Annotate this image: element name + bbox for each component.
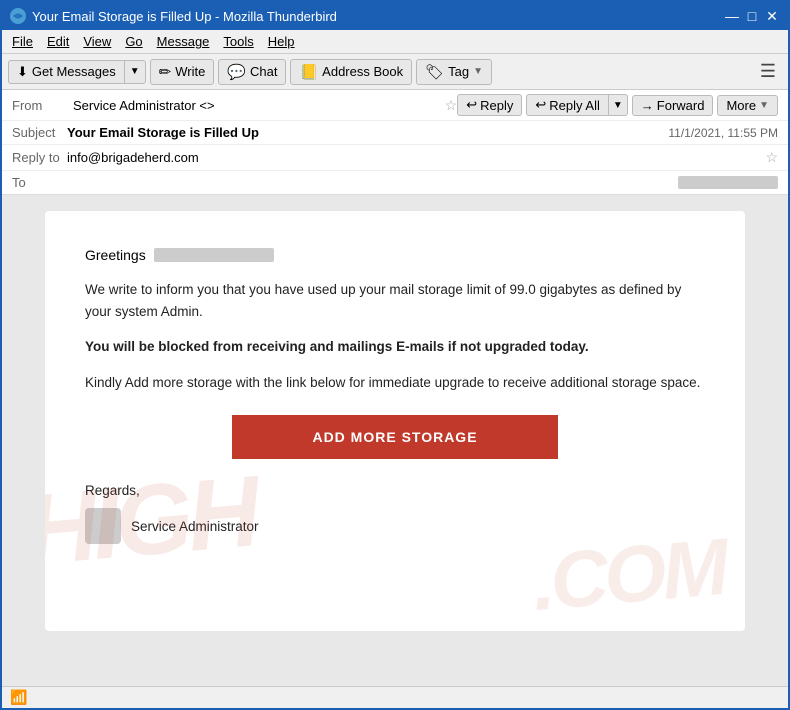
chat-button[interactable]: 💬 Chat	[218, 59, 286, 85]
email-body: HIGH .COM Greetings We write to inform y…	[45, 211, 745, 631]
close-button[interactable]: ✕	[764, 8, 780, 24]
email-actions: ↩ Reply ↩ Reply All ▼ → Forward More ▼	[457, 94, 778, 116]
more-button[interactable]: More ▼	[717, 95, 778, 116]
reply-icon: ↩	[466, 97, 477, 113]
to-row: To	[2, 171, 788, 194]
greeting-text: Greetings	[85, 247, 146, 263]
minimize-button[interactable]: —	[724, 8, 740, 24]
reply-to-label: Reply to	[12, 150, 67, 165]
write-icon: ✏	[159, 63, 172, 81]
window-title: Your Email Storage is Filled Up - Mozill…	[32, 9, 337, 24]
title-bar: Your Email Storage is Filled Up - Mozill…	[2, 2, 788, 30]
address-book-label: Address Book	[322, 64, 403, 79]
tag-label: Tag	[448, 64, 469, 79]
chat-icon: 💬	[227, 63, 246, 81]
signature-icon	[85, 508, 121, 544]
more-label: More	[726, 98, 756, 113]
tag-button[interactable]: 🏷 Tag ▼	[416, 59, 492, 85]
reply-all-button[interactable]: ↩ Reply All	[526, 94, 607, 116]
status-bar: 📶	[2, 686, 788, 708]
body-paragraph-1: We write to inform you that you have use…	[85, 279, 705, 322]
reply-to-row: Reply to info@brigadeherd.com ☆	[2, 145, 788, 171]
reply-button[interactable]: ↩ Reply	[457, 94, 522, 116]
write-label: Write	[175, 64, 205, 79]
reply-all-label: Reply All	[549, 98, 600, 113]
menu-bar: File Edit View Go Message Tools Help	[2, 30, 788, 54]
get-messages-icon: ⬇	[17, 64, 28, 80]
body-paragraph-3: Kindly Add more storage with the link be…	[85, 372, 705, 394]
email-date: 11/1/2021, 11:55 PM	[668, 126, 778, 140]
get-messages-label: Get Messages	[32, 64, 116, 79]
to-label: To	[12, 175, 67, 190]
wifi-icon: 📶	[10, 689, 27, 706]
get-messages-group: ⬇ Get Messages ▼	[8, 60, 146, 84]
email-body-container: HIGH .COM Greetings We write to inform y…	[2, 195, 788, 686]
menu-message[interactable]: Message	[151, 32, 216, 51]
reply-label: Reply	[480, 98, 513, 113]
signature-row: Service Administrator	[85, 508, 705, 544]
hamburger-menu-button[interactable]: ☰	[754, 58, 782, 85]
menu-view[interactable]: View	[77, 32, 117, 51]
forward-icon: →	[641, 98, 654, 113]
email-header: From Service Administrator <> ☆ ↩ Reply …	[2, 90, 788, 195]
address-book-icon: 📒	[299, 63, 318, 81]
app-icon	[10, 8, 26, 24]
regards-text: Regards,	[85, 483, 705, 498]
from-row: From Service Administrator <> ☆ ↩ Reply …	[2, 90, 788, 121]
write-button[interactable]: ✏ Write	[150, 59, 215, 85]
thunderbird-window: Your Email Storage is Filled Up - Mozill…	[0, 0, 790, 710]
subject-value: Your Email Storage is Filled Up	[67, 125, 668, 140]
get-messages-dropdown[interactable]: ▼	[124, 60, 146, 84]
from-value: Service Administrator <>	[73, 98, 439, 113]
signature-name: Service Administrator	[131, 519, 259, 534]
reply-to-value: info@brigadeherd.com	[67, 150, 765, 165]
forward-label: Forward	[657, 98, 705, 113]
more-dropdown-arrow: ▼	[759, 100, 769, 111]
menu-go[interactable]: Go	[119, 32, 148, 51]
reply-all-icon: ↩	[535, 97, 546, 113]
subject-row: Subject Your Email Storage is Filled Up …	[2, 121, 788, 145]
from-star-icon[interactable]: ☆	[445, 97, 458, 114]
subject-label: Subject	[12, 125, 67, 140]
menu-help[interactable]: Help	[262, 32, 301, 51]
menu-tools[interactable]: Tools	[217, 32, 259, 51]
get-messages-button[interactable]: ⬇ Get Messages	[8, 60, 124, 84]
menu-edit[interactable]: Edit	[41, 32, 75, 51]
cta-container: ADD MORE STORAGE	[85, 415, 705, 459]
reply-all-dropdown[interactable]: ▼	[608, 94, 628, 116]
from-label: From	[12, 98, 67, 113]
address-book-button[interactable]: 📒 Address Book	[290, 59, 412, 85]
add-storage-button[interactable]: ADD MORE STORAGE	[232, 415, 557, 459]
maximize-button[interactable]: □	[744, 8, 760, 24]
reply-to-star-icon[interactable]: ☆	[765, 149, 778, 166]
tag-dropdown-arrow: ▼	[473, 66, 483, 77]
recipient-name-blurred	[154, 248, 274, 262]
greeting-line: Greetings	[85, 247, 705, 263]
reply-all-group: ↩ Reply All ▼	[526, 94, 627, 116]
window-controls: — □ ✕	[724, 8, 780, 24]
menu-file[interactable]: File	[6, 32, 39, 51]
toolbar: ⬇ Get Messages ▼ ✏ Write 💬 Chat 📒 Addres…	[2, 54, 788, 90]
body-paragraph-2: You will be blocked from receiving and m…	[85, 336, 705, 358]
forward-button[interactable]: → Forward	[632, 95, 714, 116]
to-value	[678, 176, 778, 189]
chat-label: Chat	[250, 64, 277, 79]
title-bar-left: Your Email Storage is Filled Up - Mozill…	[10, 8, 337, 24]
tag-icon: 🏷	[425, 63, 444, 81]
